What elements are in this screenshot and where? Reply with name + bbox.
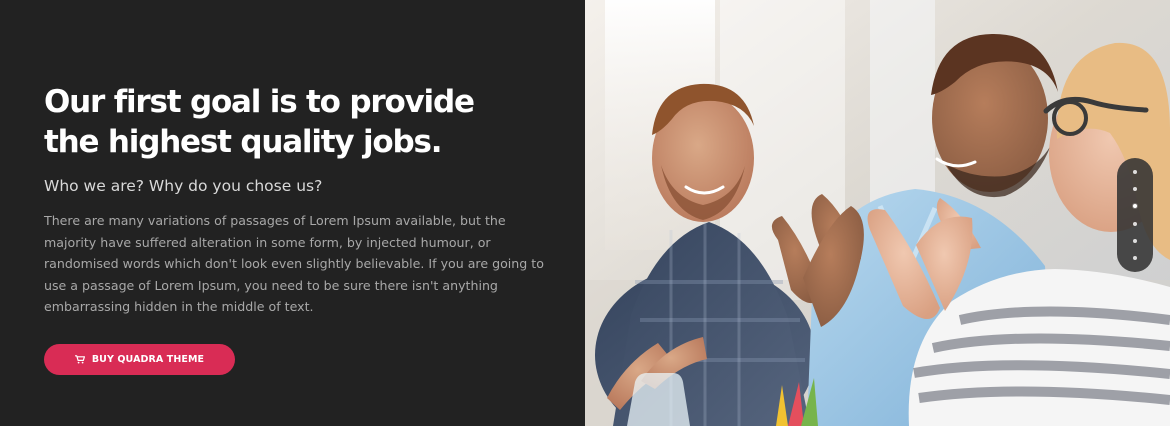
slider-dots-nav xyxy=(1117,158,1153,272)
slider-dot-6[interactable] xyxy=(1133,255,1137,260)
slider-dot-3[interactable] xyxy=(1133,204,1137,209)
hero-text-panel: Our first goal is to provide the highest… xyxy=(0,0,585,426)
hero-body-text: There are many variations of passages of… xyxy=(44,213,544,314)
slider-dot-1[interactable] xyxy=(1133,170,1137,174)
team-meeting-photo xyxy=(585,0,1170,426)
hero-headline: Our first goal is to provide the highest… xyxy=(44,84,475,160)
hero-image-panel xyxy=(585,0,1170,426)
buy-theme-button-label: BUY QUADRA THEME xyxy=(91,354,205,365)
slider-dot-5[interactable] xyxy=(1133,238,1137,243)
cart-icon xyxy=(74,355,85,364)
hero-section: Our first goal is to provide the highest… xyxy=(0,0,1170,426)
hero-subheading: Who we are? Why do you chose us? xyxy=(44,177,323,195)
slider-dot-4[interactable] xyxy=(1133,221,1137,226)
buy-theme-button[interactable]: BUY QUADRA THEME xyxy=(44,344,235,375)
slider-dot-2[interactable] xyxy=(1133,187,1137,192)
